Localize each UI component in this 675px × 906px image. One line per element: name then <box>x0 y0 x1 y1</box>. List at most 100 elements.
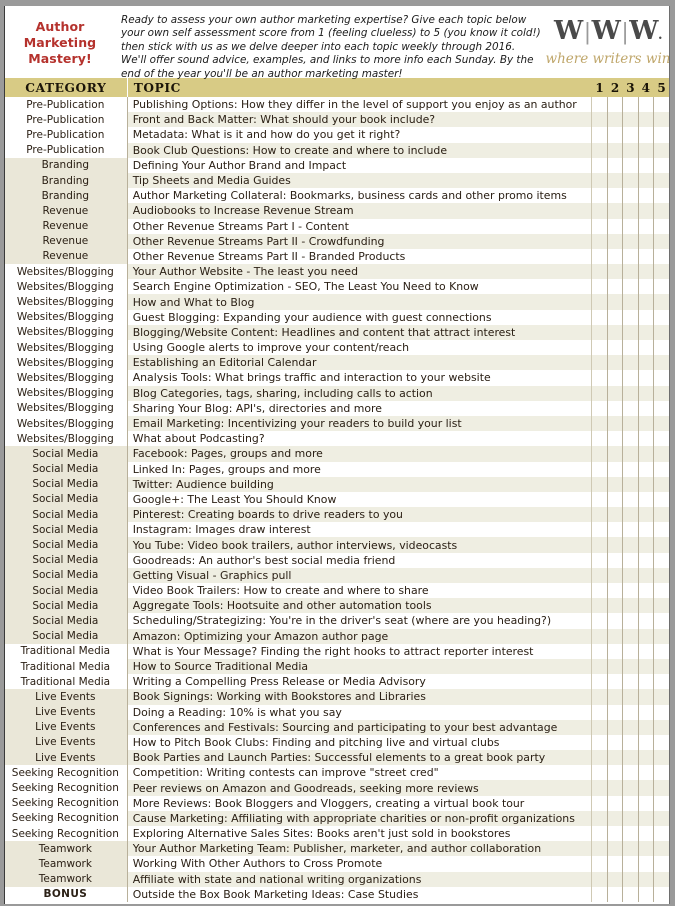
score-checkbox-3[interactable] <box>622 446 639 462</box>
score-checkbox-5[interactable] <box>653 856 669 872</box>
score-checkbox-1[interactable] <box>591 172 608 189</box>
score-checkbox-3[interactable] <box>622 188 639 204</box>
score-checkbox-3[interactable] <box>622 324 639 340</box>
score-checkbox-3[interactable] <box>622 172 639 189</box>
score-checkbox-5[interactable] <box>653 340 669 356</box>
score-checkbox-5[interactable] <box>653 826 669 842</box>
score-checkbox-3[interactable] <box>622 491 639 508</box>
score-checkbox-4[interactable] <box>637 613 654 629</box>
score-checkbox-2[interactable] <box>606 355 623 371</box>
score-checkbox-3[interactable] <box>622 461 639 477</box>
score-checkbox-1[interactable] <box>591 689 608 705</box>
score-checkbox-4[interactable] <box>637 203 654 219</box>
score-checkbox-2[interactable] <box>606 658 623 675</box>
score-checkbox-4[interactable] <box>637 385 654 401</box>
score-checkbox-4[interactable] <box>637 400 654 416</box>
score-checkbox-1[interactable] <box>591 734 608 751</box>
score-checkbox-1[interactable] <box>591 461 608 477</box>
score-checkbox-1[interactable] <box>591 233 608 249</box>
score-checkbox-2[interactable] <box>606 689 623 705</box>
score-checkbox-4[interactable] <box>637 689 654 705</box>
score-checkbox-5[interactable] <box>653 643 669 659</box>
score-checkbox-3[interactable] <box>622 97 639 113</box>
score-checkbox-5[interactable] <box>653 400 669 416</box>
score-checkbox-2[interactable] <box>606 886 623 902</box>
score-checkbox-3[interactable] <box>622 248 639 265</box>
score-checkbox-4[interactable] <box>637 294 654 310</box>
score-checkbox-2[interactable] <box>606 507 623 523</box>
score-checkbox-2[interactable] <box>606 613 623 629</box>
score-checkbox-4[interactable] <box>637 704 654 720</box>
score-checkbox-1[interactable] <box>591 795 608 811</box>
score-checkbox-3[interactable] <box>622 552 639 568</box>
score-checkbox-4[interactable] <box>637 157 654 173</box>
score-checkbox-3[interactable] <box>622 218 639 234</box>
score-checkbox-5[interactable] <box>653 355 669 371</box>
score-checkbox-3[interactable] <box>622 400 639 416</box>
score-checkbox-3[interactable] <box>622 674 639 690</box>
score-checkbox-2[interactable] <box>606 431 623 447</box>
score-checkbox-3[interactable] <box>622 415 639 432</box>
score-checkbox-2[interactable] <box>606 643 623 659</box>
score-checkbox-3[interactable] <box>622 476 639 492</box>
score-checkbox-2[interactable] <box>606 415 623 432</box>
score-checkbox-4[interactable] <box>637 522 654 538</box>
score-checkbox-1[interactable] <box>591 750 608 766</box>
score-checkbox-3[interactable] <box>622 309 639 325</box>
score-checkbox-2[interactable] <box>606 583 623 599</box>
score-checkbox-3[interactable] <box>622 628 639 644</box>
score-checkbox-5[interactable] <box>653 203 669 219</box>
score-checkbox-5[interactable] <box>653 522 669 538</box>
score-checkbox-5[interactable] <box>653 324 669 340</box>
score-checkbox-4[interactable] <box>637 142 654 158</box>
score-checkbox-5[interactable] <box>653 385 669 401</box>
score-checkbox-3[interactable] <box>622 871 639 887</box>
score-checkbox-5[interactable] <box>653 583 669 599</box>
score-checkbox-1[interactable] <box>591 157 608 173</box>
score-checkbox-2[interactable] <box>606 340 623 356</box>
score-checkbox-1[interactable] <box>591 856 608 872</box>
score-checkbox-5[interactable] <box>653 142 669 158</box>
score-checkbox-4[interactable] <box>637 97 654 113</box>
score-checkbox-4[interactable] <box>637 658 654 675</box>
score-checkbox-2[interactable] <box>606 127 623 143</box>
score-checkbox-5[interactable] <box>653 886 669 902</box>
score-checkbox-5[interactable] <box>653 704 669 720</box>
score-checkbox-4[interactable] <box>637 780 654 796</box>
score-checkbox-1[interactable] <box>591 507 608 523</box>
score-checkbox-1[interactable] <box>591 355 608 371</box>
score-checkbox-1[interactable] <box>591 658 608 675</box>
score-checkbox-5[interactable] <box>653 309 669 325</box>
score-checkbox-2[interactable] <box>606 719 623 735</box>
score-checkbox-5[interactable] <box>653 97 669 113</box>
score-checkbox-1[interactable] <box>591 780 608 796</box>
score-checkbox-1[interactable] <box>591 324 608 340</box>
score-checkbox-4[interactable] <box>637 309 654 325</box>
score-checkbox-3[interactable] <box>622 780 639 796</box>
score-checkbox-5[interactable] <box>653 628 669 644</box>
score-checkbox-5[interactable] <box>653 734 669 751</box>
score-checkbox-2[interactable] <box>606 233 623 249</box>
score-checkbox-2[interactable] <box>606 674 623 690</box>
score-checkbox-5[interactable] <box>653 370 669 386</box>
score-checkbox-1[interactable] <box>591 218 608 234</box>
score-checkbox-1[interactable] <box>591 719 608 735</box>
score-checkbox-4[interactable] <box>637 552 654 568</box>
score-checkbox-3[interactable] <box>622 841 639 857</box>
score-checkbox-5[interactable] <box>653 157 669 173</box>
score-checkbox-4[interactable] <box>637 674 654 690</box>
score-checkbox-1[interactable] <box>591 431 608 447</box>
score-checkbox-3[interactable] <box>622 856 639 872</box>
score-checkbox-1[interactable] <box>591 127 608 143</box>
score-checkbox-3[interactable] <box>622 795 639 811</box>
score-checkbox-3[interactable] <box>622 643 639 659</box>
score-checkbox-1[interactable] <box>591 643 608 659</box>
score-checkbox-1[interactable] <box>591 704 608 720</box>
score-checkbox-3[interactable] <box>622 279 639 295</box>
score-checkbox-3[interactable] <box>622 370 639 386</box>
score-checkbox-2[interactable] <box>606 491 623 508</box>
score-checkbox-1[interactable] <box>591 385 608 401</box>
score-checkbox-3[interactable] <box>622 385 639 401</box>
score-checkbox-1[interactable] <box>591 810 608 826</box>
score-checkbox-5[interactable] <box>653 689 669 705</box>
